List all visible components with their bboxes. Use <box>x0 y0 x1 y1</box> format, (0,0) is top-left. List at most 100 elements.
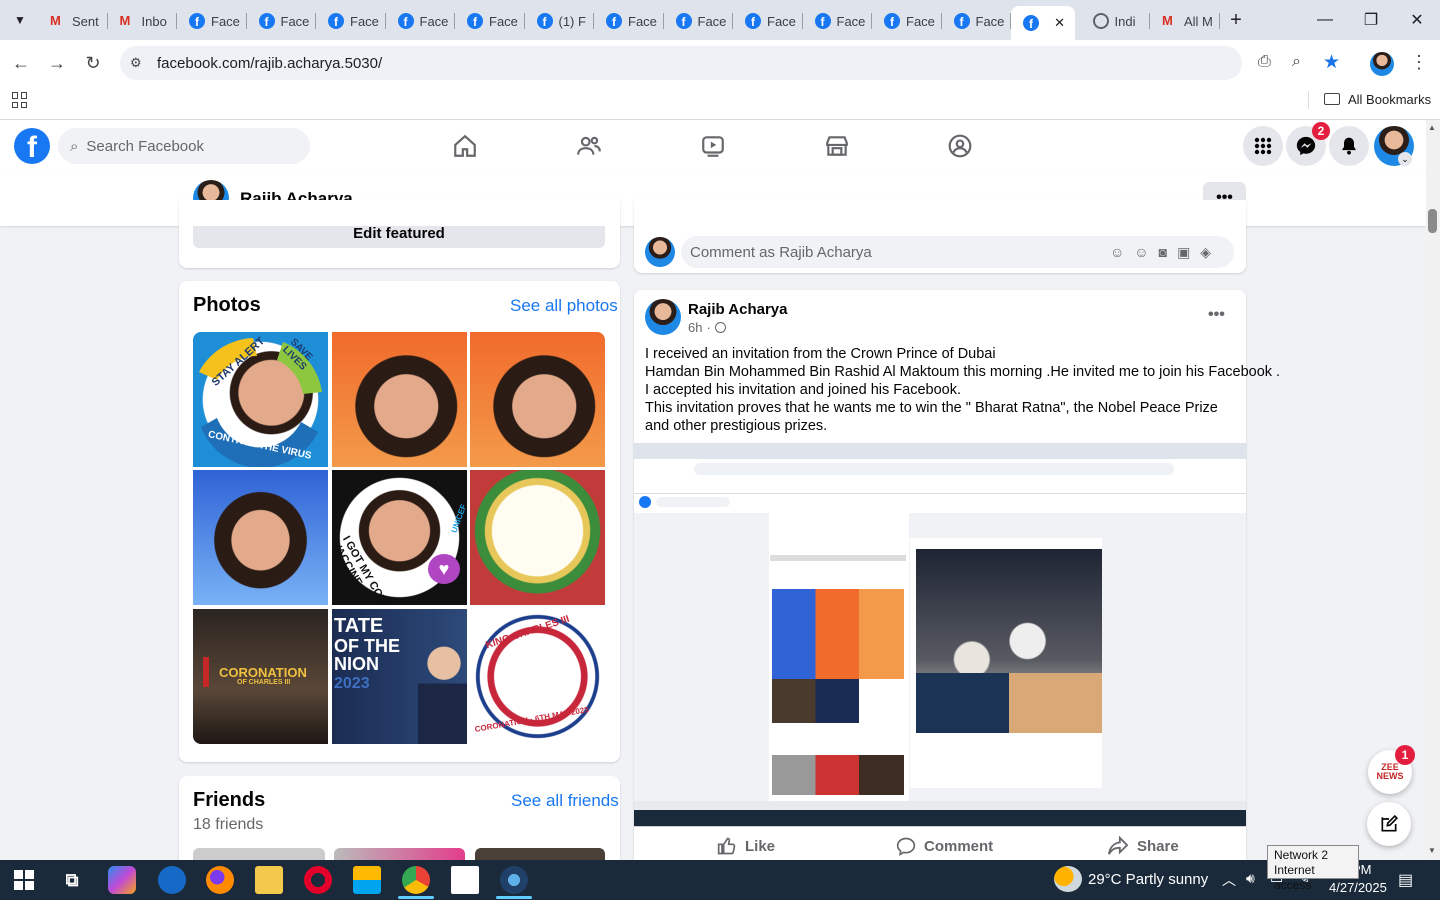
browser-tab[interactable]: M Sent <box>38 6 108 36</box>
zoom-icon[interactable]: ⌕ <box>1292 53 1301 71</box>
forward-icon[interactable]: → <box>42 48 72 78</box>
commenter-avatar <box>645 237 675 267</box>
photo-thumbnail[interactable] <box>470 332 605 467</box>
gmail-icon: M <box>50 13 61 28</box>
browser-tab[interactable]: f Face <box>455 6 525 36</box>
browser-profile-avatar[interactable] <box>1370 52 1394 76</box>
post-author-name[interactable]: Rajib Acharya <box>688 301 788 318</box>
sticker-icon[interactable]: ◈ <box>1200 244 1211 261</box>
gif-icon[interactable]: ▣ <box>1177 244 1190 261</box>
all-bookmarks-button[interactable]: All Bookmarks <box>1324 92 1431 107</box>
post-actions-divider <box>634 826 1246 827</box>
restore-icon[interactable]: ❐ <box>1348 0 1394 40</box>
bookmark-star-icon[interactable]: ★ <box>1323 51 1340 74</box>
close-tab-icon[interactable]: ✕ <box>1054 15 1065 31</box>
post-image[interactable] <box>634 443 1246 826</box>
tray-chevron-icon[interactable]: ︿ <box>1222 870 1236 890</box>
comment-button[interactable]: Comment <box>896 836 993 856</box>
close-window-icon[interactable]: ✕ <box>1394 0 1440 40</box>
browser-tab[interactable]: f Face <box>733 6 803 36</box>
like-label: Like <box>745 837 776 855</box>
browser-tab[interactable]: f ✕ <box>1011 6 1075 40</box>
account-chevron-icon[interactable]: ⌄ <box>1398 152 1412 166</box>
file-explorer-icon[interactable] <box>255 866 283 894</box>
browser-tab[interactable]: Indi <box>1081 6 1150 36</box>
facebook-icon: f <box>1023 15 1039 31</box>
opera-icon[interactable] <box>304 866 332 894</box>
emoji-icon[interactable]: ☺ <box>1134 244 1148 261</box>
post-author-avatar[interactable] <box>645 299 681 335</box>
photo-thumbnail[interactable]: CORONATION OF CHARLES III <box>193 609 328 744</box>
caption-tate-year: 2023 <box>334 675 370 692</box>
scroll-up-icon[interactable]: ▲ <box>1428 123 1436 132</box>
camera-icon[interactable]: ◙ <box>1159 244 1167 261</box>
tab-search-chevron-icon[interactable]: ▼ <box>8 8 32 32</box>
new-message-button[interactable] <box>1367 802 1411 846</box>
apps-grid-icon[interactable] <box>12 92 28 108</box>
notifications-tray-icon[interactable]: ▤ <box>1398 870 1413 890</box>
volume-icon[interactable]: 🔊︎ <box>1246 870 1255 887</box>
browser-tab[interactable]: f Face <box>872 6 942 36</box>
notifications-button[interactable] <box>1329 126 1369 166</box>
friends-nav-icon[interactable] <box>572 130 606 162</box>
capture-app-icon[interactable] <box>500 866 528 894</box>
browser-tab[interactable]: f Face <box>247 6 316 36</box>
browser-tab[interactable]: f Face <box>942 6 1011 36</box>
browser-tab[interactable]: f Face <box>386 6 455 36</box>
post-options-icon[interactable]: ••• <box>1208 306 1225 324</box>
avatar-sticker-icon[interactable]: ☺ <box>1110 244 1124 261</box>
edit-featured-button[interactable]: Edit featured <box>193 226 605 248</box>
new-tab-icon[interactable]: + <box>1224 8 1248 32</box>
site-info-icon[interactable]: ⚙ <box>130 55 146 71</box>
see-all-photos-link[interactable]: See all photos <box>510 296 618 316</box>
photo-thumbnail[interactable]: KING CHARLES III CORONATION · 6TH MAY 20… <box>470 609 605 744</box>
caption-tate-3: NION <box>334 654 379 674</box>
task-view-icon[interactable]: ⧉ <box>58 866 86 894</box>
copilot-icon[interactable] <box>108 866 136 894</box>
reload-icon[interactable]: ↻ <box>78 48 108 78</box>
notepad-icon[interactable] <box>451 866 479 894</box>
facebook-logo-icon[interactable]: f <box>14 128 50 164</box>
photo-thumbnail[interactable]: TATE OF THE NION 2023 <box>332 609 467 744</box>
home-nav-icon[interactable] <box>448 130 482 162</box>
speaker-figure <box>418 639 467 744</box>
menu-grid-button[interactable] <box>1243 126 1283 166</box>
groups-nav-icon[interactable] <box>943 130 977 162</box>
windows-start-icon[interactable] <box>10 866 38 894</box>
browser-tab[interactable]: M Inbo <box>108 6 177 36</box>
install-app-icon[interactable]: ⎙ <box>1258 53 1271 71</box>
browser-tab[interactable]: f Face <box>594 6 664 36</box>
photo-thumbnail[interactable]: I GOT MY COVID-19 VACCINE UNICEF ♥ <box>332 470 467 605</box>
browser-tab[interactable]: f Face <box>177 6 247 36</box>
browser-tab[interactable]: f Face <box>803 6 872 36</box>
facebook-search-input[interactable]: ⌕ Search Facebook <box>58 128 310 164</box>
friend-thumbnail[interactable] <box>334 848 465 860</box>
microsoft-store-icon[interactable] <box>353 866 381 894</box>
scrollbar-thumb[interactable] <box>1428 209 1437 233</box>
photo-thumbnail[interactable]: STAY ALERT SAVE LIVES CONTROL THE VIRUS <box>193 332 328 467</box>
chrome-icon[interactable] <box>402 866 430 894</box>
minimize-icon[interactable]: — <box>1302 0 1348 40</box>
back-icon[interactable]: ← <box>6 48 36 78</box>
photo-thumbnail[interactable] <box>332 332 467 467</box>
scroll-down-icon[interactable]: ▼ <box>1428 846 1436 855</box>
weather-icon[interactable] <box>1054 866 1082 892</box>
app-icon[interactable] <box>158 866 186 894</box>
weather-text[interactable]: 29°C Partly sunny <box>1088 871 1208 888</box>
post-time[interactable]: 6h <box>688 320 702 335</box>
browser-tab[interactable]: f (1) F <box>525 6 594 36</box>
browser-tab[interactable]: M All M <box>1150 6 1220 36</box>
share-button[interactable]: Share <box>1107 836 1179 856</box>
photo-thumbnail[interactable] <box>193 470 328 605</box>
like-button[interactable]: Like <box>717 836 775 856</box>
see-all-friends-link[interactable]: See all friends <box>511 791 619 811</box>
marketplace-nav-icon[interactable] <box>820 130 854 162</box>
friend-thumbnail[interactable] <box>193 848 325 860</box>
video-nav-icon[interactable] <box>696 130 730 162</box>
browser-tab[interactable]: f Face <box>316 6 386 36</box>
browser-tab[interactable]: f Face <box>664 6 733 36</box>
friend-thumbnail[interactable] <box>475 848 605 860</box>
photo-thumbnail[interactable] <box>470 470 605 605</box>
firefox-icon[interactable] <box>206 866 234 894</box>
browser-menu-icon[interactable]: ⋮ <box>1410 52 1428 73</box>
